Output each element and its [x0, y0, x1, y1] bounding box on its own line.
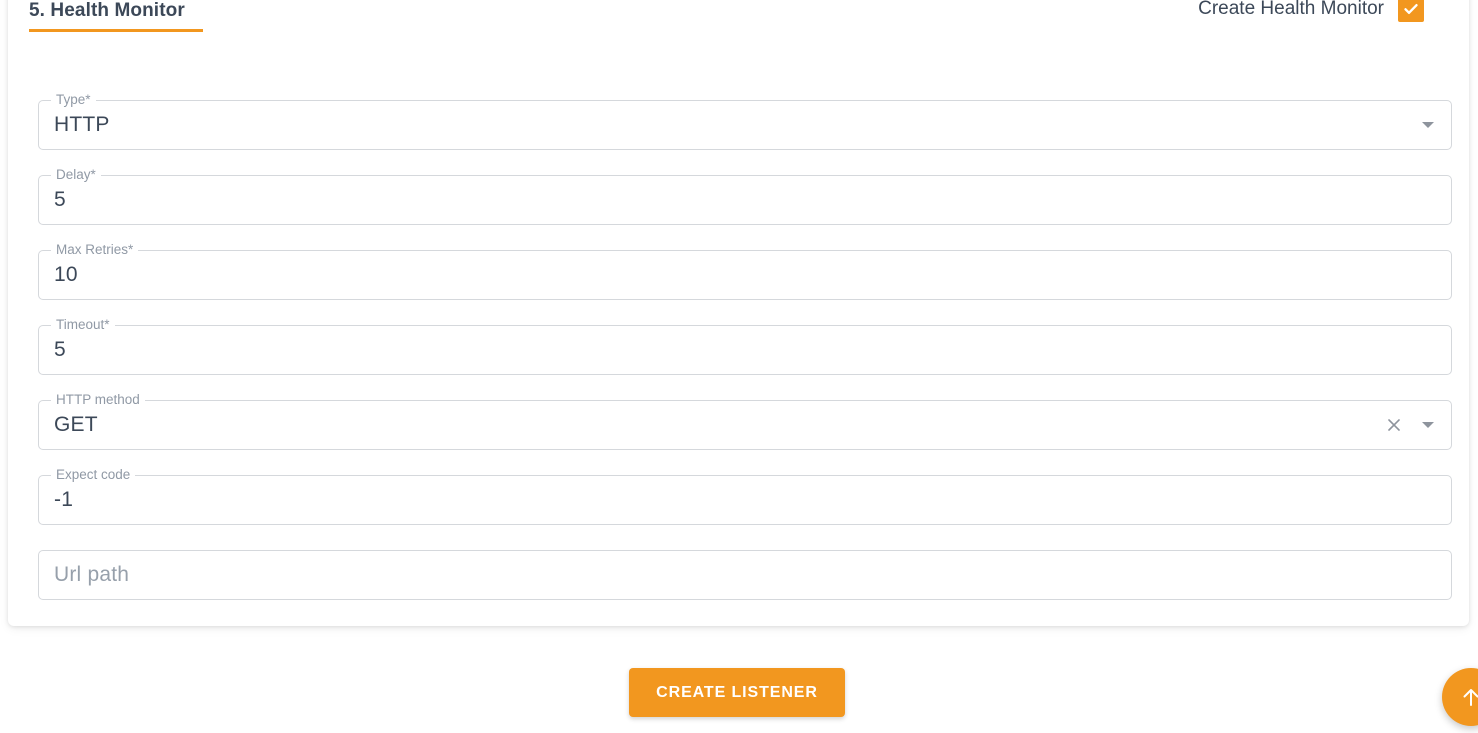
field-http-method-outline	[38, 400, 1452, 450]
field-max-retries-label: Max Retries*	[51, 242, 139, 258]
section-header: 5. Health Monitor Create Health Monitor	[29, 0, 1449, 36]
create-health-monitor-toggle[interactable]: Create Health Monitor	[1198, 0, 1424, 22]
field-http-method-label: HTTP method	[51, 392, 145, 408]
field-url-path-outline	[38, 550, 1452, 600]
field-http-method-icons	[1384, 400, 1438, 450]
field-expect-code-outline	[38, 475, 1452, 525]
field-type-outline	[38, 100, 1452, 150]
create-listener-button[interactable]: CREATE LISTENER	[629, 668, 845, 717]
close-icon[interactable]	[1384, 415, 1404, 435]
field-url-path[interactable]: Url path	[38, 550, 1452, 600]
field-timeout-outline	[38, 325, 1452, 375]
field-expect-code-label: Expect code	[51, 467, 136, 483]
field-http-method[interactable]: HTTP method GET	[38, 392, 1452, 450]
field-max-retries-outline	[38, 250, 1452, 300]
field-url-path-placeholder: Url path	[54, 563, 130, 586]
field-expect-code[interactable]: Expect code -1	[38, 467, 1452, 525]
scroll-to-top-button[interactable]	[1442, 668, 1478, 726]
arrow-up-icon	[1463, 689, 1478, 706]
field-delay[interactable]: Delay* 5	[38, 167, 1452, 225]
section-underline	[29, 29, 203, 32]
field-timeout[interactable]: Timeout* 5	[38, 317, 1452, 375]
field-type[interactable]: Type* HTTP	[38, 92, 1452, 150]
health-monitor-form: Type* HTTP Delay* 5 Max Retries* 10 Time…	[38, 92, 1452, 600]
create-health-monitor-checkbox[interactable]	[1398, 0, 1424, 22]
field-type-label: Type*	[51, 92, 96, 108]
page-root: 5. Health Monitor Create Health Monitor …	[0, 0, 1478, 733]
chevron-down-icon[interactable]	[1418, 115, 1438, 135]
field-type-icons	[1418, 100, 1438, 150]
page-title: 5. Health Monitor	[29, 0, 185, 21]
field-max-retries[interactable]: Max Retries* 10	[38, 242, 1452, 300]
field-timeout-label: Timeout*	[51, 317, 115, 333]
health-monitor-card: 5. Health Monitor Create Health Monitor …	[8, 0, 1469, 626]
field-delay-label: Delay*	[51, 167, 101, 183]
create-health-monitor-label: Create Health Monitor	[1198, 0, 1384, 19]
checkmark-icon	[1404, 4, 1418, 14]
chevron-down-icon[interactable]	[1418, 415, 1438, 435]
field-delay-outline	[38, 175, 1452, 225]
